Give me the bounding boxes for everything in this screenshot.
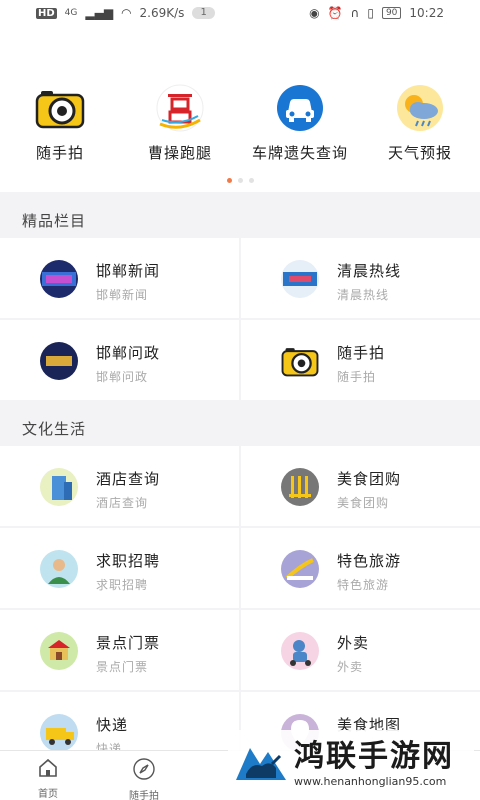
item-subtitle: 特色旅游 bbox=[337, 578, 390, 592]
shortcut-weather[interactable]: 天气预报 bbox=[360, 84, 480, 163]
compass-icon bbox=[133, 758, 155, 780]
item-subtitle: 随手拍 bbox=[337, 370, 377, 384]
item-subtitle: 清晨热线 bbox=[337, 288, 390, 302]
shortcut-carousel: 随手拍 曹操跑腿 车牌遗失查询 天气预报 bbox=[0, 26, 480, 192]
carousel-indicator bbox=[0, 178, 480, 183]
item-subtitle: 酒店查询 bbox=[96, 496, 149, 510]
headphones-icon: ∩ bbox=[350, 6, 360, 20]
section-title-premium: 精品栏目 bbox=[22, 212, 87, 230]
bull-logo-icon bbox=[236, 748, 286, 780]
watermark-title: 鸿联手游网 bbox=[294, 738, 454, 774]
item-title: 随手拍 bbox=[337, 344, 386, 362]
hotline-icon bbox=[281, 260, 319, 298]
shortcut-plate-lookup[interactable]: 车牌遗失查询 bbox=[240, 84, 360, 163]
grid-item-takeout[interactable]: 外卖 外卖 bbox=[241, 610, 480, 690]
notification-count: 1 bbox=[192, 7, 215, 19]
section-title-life: 文化生活 bbox=[22, 420, 87, 438]
express-icon bbox=[40, 714, 78, 752]
grid-item-camera[interactable]: 随手拍 随手拍 bbox=[241, 320, 480, 400]
politics-icon bbox=[40, 342, 78, 380]
grid-item-tickets[interactable]: 景点门票 景点门票 bbox=[0, 610, 239, 690]
grid-item-food-groupbuy[interactable]: 美食团购 美食团购 bbox=[241, 446, 480, 526]
grid-item-morning-hotline[interactable]: 清晨热线 清晨热线 bbox=[241, 238, 480, 318]
item-subtitle: 求职招聘 bbox=[96, 578, 149, 592]
carousel-dot bbox=[237, 178, 243, 183]
tab-label: 随手拍 bbox=[129, 791, 159, 800]
item-title: 外卖 bbox=[337, 634, 370, 652]
grid-item-jobs[interactable]: 求职招聘 求职招聘 bbox=[0, 528, 239, 608]
battery-indicator: 90 bbox=[381, 7, 402, 19]
errand-logo-icon bbox=[150, 84, 210, 132]
shortcut-label: 天气预报 bbox=[387, 144, 452, 162]
shortcut-label: 随手拍 bbox=[35, 144, 84, 162]
alarm-icon: ⏰ bbox=[327, 6, 343, 20]
item-subtitle: 美食团购 bbox=[337, 496, 390, 510]
item-subtitle: 邯郸新闻 bbox=[96, 288, 149, 302]
item-title: 特色旅游 bbox=[337, 552, 402, 570]
home-icon bbox=[39, 758, 57, 777]
grid-item-handan-politics[interactable]: 邯郸问政 邯郸问政 bbox=[0, 320, 239, 400]
item-subtitle: 邯郸问政 bbox=[96, 370, 149, 384]
grid-item-travel[interactable]: 特色旅游 特色旅游 bbox=[241, 528, 480, 608]
shortcut-camera[interactable]: 随手拍 bbox=[0, 84, 120, 163]
grid-item-handan-news[interactable]: 邯郸新闻 邯郸新闻 bbox=[0, 238, 239, 318]
car-icon bbox=[270, 84, 330, 132]
item-title: 邯郸新闻 bbox=[96, 262, 161, 280]
item-title: 求职招聘 bbox=[96, 552, 161, 570]
delivery-icon bbox=[281, 632, 319, 670]
clock: 10:22 bbox=[409, 6, 444, 20]
site-watermark: 鸿联手游网 www.henanhonglian95.com bbox=[228, 730, 474, 796]
signal-label: 4G bbox=[64, 8, 78, 18]
item-title: 快递 bbox=[96, 716, 129, 734]
wifi-icon: ◠ bbox=[121, 6, 132, 20]
hotel-icon bbox=[40, 468, 78, 506]
shortcut-errand[interactable]: 曹操跑腿 bbox=[120, 84, 240, 163]
item-title: 酒店查询 bbox=[96, 470, 161, 488]
tab-camera[interactable]: 随手拍 bbox=[114, 757, 174, 800]
ticket-icon bbox=[40, 632, 78, 670]
tab-home[interactable]: 首页 bbox=[18, 757, 78, 800]
carousel-dot bbox=[248, 178, 254, 183]
eye-icon: ◉ bbox=[309, 6, 320, 20]
network-type: HD bbox=[36, 7, 57, 19]
travel-icon bbox=[281, 550, 319, 588]
carousel-dot-active bbox=[226, 178, 232, 183]
item-title: 景点门票 bbox=[96, 634, 161, 652]
weather-icon bbox=[390, 84, 450, 132]
network-speed: 2.69K/s bbox=[139, 6, 185, 20]
news-icon bbox=[40, 260, 78, 298]
signal-icon: ▂▄▆ bbox=[85, 6, 114, 20]
food-icon bbox=[281, 468, 319, 506]
shortcut-label: 车牌遗失查询 bbox=[251, 144, 348, 162]
tab-label: 首页 bbox=[38, 789, 58, 800]
vibrate-icon: ▯ bbox=[367, 6, 374, 20]
item-title: 清晨热线 bbox=[337, 262, 402, 280]
job-icon bbox=[40, 550, 78, 588]
shortcut-label: 曹操跑腿 bbox=[147, 144, 212, 162]
status-bar: HD 4G ▂▄▆ ◠ 2.69K/s 1 ◉ ⏰ ∩ ▯ 90 10:22 bbox=[0, 0, 480, 26]
camera-icon bbox=[281, 342, 319, 380]
item-title: 邯郸问政 bbox=[96, 344, 161, 362]
camera-icon bbox=[30, 84, 90, 132]
item-title: 美食团购 bbox=[337, 470, 402, 488]
grid-item-hotel[interactable]: 酒店查询 酒店查询 bbox=[0, 446, 239, 526]
item-subtitle: 外卖 bbox=[337, 660, 364, 674]
watermark-url: www.henanhonglian95.com bbox=[294, 774, 447, 788]
item-subtitle: 景点门票 bbox=[96, 660, 149, 674]
